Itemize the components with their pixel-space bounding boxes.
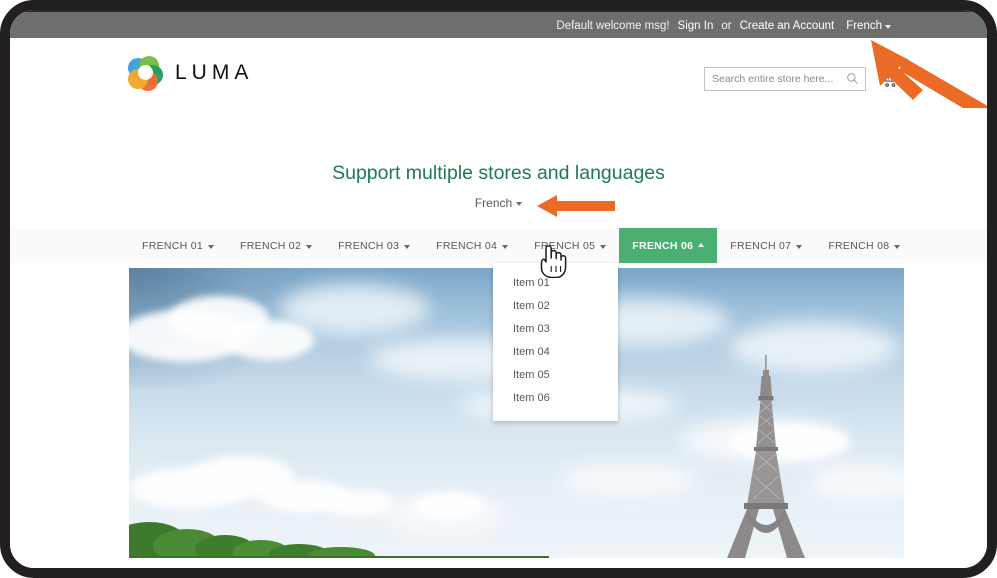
nav-item-label: FRENCH 05 — [534, 239, 596, 252]
luma-flower-logo-icon — [128, 56, 163, 91]
nav-item-label: FRENCH 07 — [730, 239, 792, 252]
nav-item-label: FRENCH 02 — [240, 239, 302, 252]
top-utility-bar-links: Default welcome msg! Sign In or Create a… — [556, 12, 891, 40]
search-box[interactable] — [704, 67, 866, 91]
nav-item-french-05[interactable]: FRENCH 05 — [521, 228, 619, 263]
chevron-down-icon — [885, 25, 891, 29]
store-switcher-label: French — [474, 196, 513, 210]
nav-item-label: FRENCH 01 — [142, 239, 204, 252]
top-language-switcher-label: French — [846, 20, 882, 32]
welcome-message: Default welcome msg! — [556, 20, 670, 32]
chevron-up-icon — [698, 242, 705, 247]
nav-item-french-01[interactable]: FRENCH 01 — [129, 228, 227, 263]
sign-in-link[interactable]: Sign In — [678, 20, 714, 32]
nav-item-french-08[interactable]: FRENCH 08 — [815, 228, 913, 263]
dropdown-item[interactable]: Item 01 — [493, 271, 618, 294]
logo-link[interactable]: LUMA — [128, 56, 254, 91]
nav-item-label: FRENCH 08 — [828, 239, 890, 252]
nav-item-french-03[interactable]: FRENCH 03 — [325, 228, 423, 263]
nav-item-french-07[interactable]: FRENCH 07 — [717, 228, 815, 263]
chevron-down-icon — [208, 244, 215, 249]
dropdown-item[interactable]: Item 04 — [493, 340, 618, 363]
dropdown-item[interactable]: Item 05 — [493, 363, 618, 386]
nav-item-french-06[interactable]: FRENCH 06 — [619, 228, 718, 263]
logo-wordmark: LUMA — [175, 61, 254, 84]
nav-dropdown-menu: Item 01 Item 02 Item 03 Item 04 Item 05 Item … — [493, 263, 618, 421]
chevron-down-icon — [502, 244, 509, 249]
device-frame: Default welcome msg! Sign In or Create a… — [0, 0, 997, 578]
create-account-link[interactable]: Create an Account — [740, 20, 835, 32]
dropdown-item[interactable]: Item 06 — [493, 386, 618, 409]
store-switcher-row: French — [10, 196, 987, 210]
search-input[interactable] — [705, 68, 865, 90]
header-search-area — [704, 67, 899, 91]
browser-viewport: Default welcome msg! Sign In or Create a… — [10, 10, 987, 568]
chevron-down-icon — [796, 244, 803, 249]
dropdown-item[interactable]: Item 02 — [493, 294, 618, 317]
site-header: LUMA — [10, 38, 987, 126]
chevron-down-icon — [404, 244, 411, 249]
chevron-down-icon — [894, 244, 901, 249]
nav-item-french-04[interactable]: FRENCH 04 — [423, 228, 521, 263]
nav-item-french-02[interactable]: FRENCH 02 — [227, 228, 325, 263]
main-navigation: FRENCH 01 FRENCH 02 FRENCH 03 FRENCH 04 FREN… — [10, 228, 987, 263]
nav-item-label: FRENCH 03 — [338, 239, 400, 252]
chevron-down-icon — [516, 202, 523, 206]
dropdown-item[interactable]: Item 03 — [493, 317, 618, 340]
shopping-cart-icon[interactable] — [880, 70, 899, 89]
chevron-down-icon — [306, 244, 313, 249]
eiffel-tower-graphic — [727, 355, 805, 558]
nav-item-label: FRENCH 06 — [632, 239, 694, 252]
or-separator-label: or — [721, 20, 732, 32]
page-title: Support multiple stores and languages — [332, 162, 665, 184]
store-switcher[interactable]: French — [474, 196, 523, 210]
tree-line-graphic — [129, 522, 549, 558]
top-utility-bar: Default welcome msg! Sign In or Create a… — [10, 10, 987, 38]
top-language-switcher[interactable]: French — [846, 20, 891, 32]
nav-item-label: FRENCH 04 — [436, 239, 498, 252]
chevron-down-icon — [600, 244, 607, 249]
